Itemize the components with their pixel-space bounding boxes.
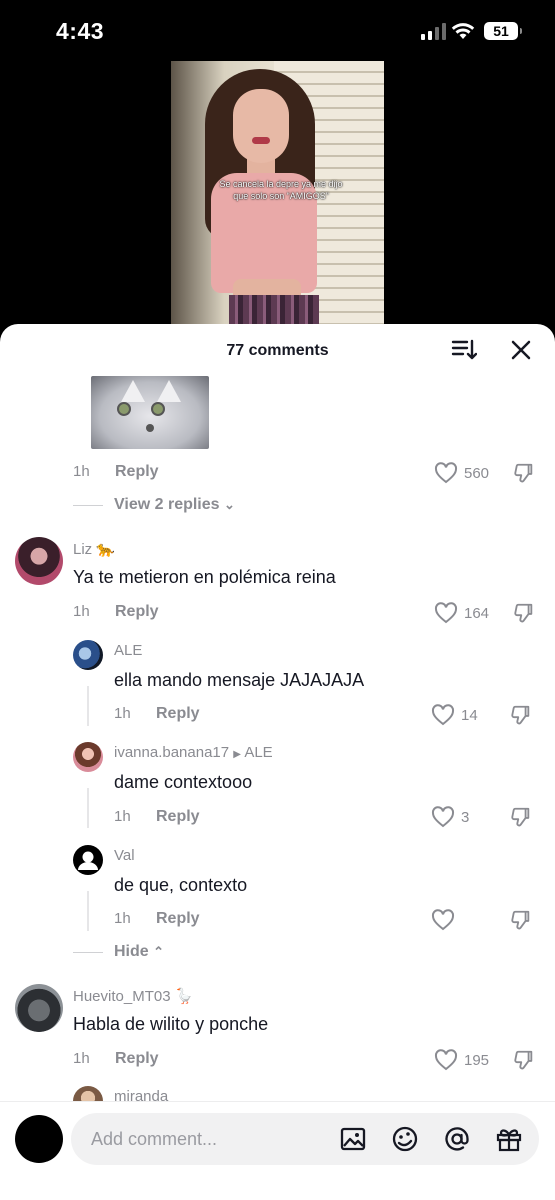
my-avatar[interactable]: [15, 1115, 63, 1163]
comment-meta: 1h Reply: [73, 1050, 213, 1070]
comment-input[interactable]: [91, 1113, 331, 1165]
like-button[interactable]: 164: [434, 602, 489, 624]
like-count: 560: [464, 464, 490, 482]
avatar[interactable]: [73, 845, 103, 875]
video-thumbnail[interactable]: Se cancela la depre ya me dijo que solo …: [171, 61, 384, 326]
sort-icon[interactable]: [451, 338, 477, 362]
view-replies-button[interactable]: View 2 replies ⌄: [114, 496, 235, 514]
heart-icon: [431, 909, 455, 931]
comment-text: Habla de wilito y ponche: [73, 1014, 269, 1034]
comments-sheet: 77 comments 1h Reply 560 View 2 replies …: [0, 324, 555, 1200]
reply-button[interactable]: Reply: [115, 463, 159, 481]
comment-text: Ya te metieron en polémica reina: [73, 567, 336, 587]
heart-icon: [434, 1049, 458, 1071]
like-button[interactable]: 3: [431, 806, 469, 828]
reply-button[interactable]: Reply: [115, 603, 159, 621]
reply-button[interactable]: Reply: [156, 808, 200, 826]
chevron-down-icon: ⌄: [224, 497, 235, 512]
status-time: 4:43: [56, 18, 105, 44]
battery-icon: 51: [484, 22, 522, 40]
comment-text: de que, contexto: [114, 875, 248, 895]
dislike-icon[interactable]: [513, 602, 535, 624]
video-caption: Se cancela la depre ya me dijo que solo …: [219, 179, 343, 201]
like-button[interactable]: 560: [434, 462, 489, 484]
image-icon[interactable]: [339, 1125, 367, 1153]
comment-username[interactable]: ivanna.banana17 ▶ ALE: [114, 744, 273, 761]
comment-time: 1h: [114, 910, 131, 927]
like-button[interactable]: 14: [431, 704, 478, 726]
comment-time: 1h: [73, 603, 90, 620]
comment-meta: 1h Reply: [114, 910, 254, 930]
dislike-icon[interactable]: [513, 462, 535, 484]
comment-input-box[interactable]: [71, 1113, 539, 1165]
heart-icon: [434, 462, 458, 484]
avatar[interactable]: [73, 640, 103, 670]
comment-meta: 1h Reply: [73, 603, 213, 623]
dislike-icon[interactable]: [510, 806, 532, 828]
wifi-icon: [451, 23, 475, 39]
comment-text: dame contextooo: [114, 772, 253, 792]
comment-time: 1h: [114, 705, 131, 722]
dislike-icon[interactable]: [513, 1049, 535, 1071]
default-avatar-icon: [78, 851, 98, 870]
comment-username[interactable]: Val: [114, 847, 135, 864]
heart-icon: [431, 704, 455, 726]
heart-icon: [431, 806, 455, 828]
avatar[interactable]: [15, 984, 63, 1032]
dislike-icon[interactable]: [510, 909, 532, 931]
comment-meta: 1h Reply: [114, 808, 254, 828]
comment-username[interactable]: Liz 🐆: [73, 540, 115, 558]
like-count: 14: [461, 706, 478, 724]
comment-time: 1h: [73, 1050, 90, 1067]
reply-button[interactable]: Reply: [115, 1050, 159, 1068]
like-button[interactable]: 195: [434, 1049, 489, 1071]
gift-icon[interactable]: [495, 1125, 523, 1153]
comment-time: 1h: [114, 808, 131, 825]
comment-time: 1h: [73, 463, 90, 480]
comment-composer: [0, 1101, 555, 1200]
comment-username[interactable]: ALE: [114, 642, 142, 659]
like-count: 164: [464, 604, 490, 622]
avatar[interactable]: [73, 742, 103, 772]
reply-button[interactable]: Reply: [156, 910, 200, 928]
like-button[interactable]: [431, 909, 461, 931]
comment-meta: 1h Reply: [114, 705, 254, 725]
like-count: 3: [461, 808, 470, 826]
avatar[interactable]: [15, 537, 63, 585]
comment-gif[interactable]: [91, 376, 209, 449]
comment-username[interactable]: Huevito_MT03 🪿: [73, 987, 193, 1005]
heart-icon: [434, 602, 458, 624]
emoji-icon[interactable]: [391, 1125, 419, 1153]
comment-text: ella mando mensaje JAJAJAJA: [114, 670, 365, 690]
reply-button[interactable]: Reply: [156, 705, 200, 723]
comment-meta: 1h Reply: [73, 463, 213, 483]
hide-replies-button[interactable]: Hide ⌃: [114, 943, 164, 961]
close-icon[interactable]: [509, 338, 533, 362]
signal-icon: [421, 23, 447, 40]
reply-arrow-icon: ▶: [233, 749, 241, 760]
status-bar: 4:43 51: [0, 0, 555, 60]
mention-icon[interactable]: [443, 1125, 471, 1153]
like-count: 195: [464, 1051, 490, 1069]
dislike-icon[interactable]: [510, 704, 532, 726]
chevron-up-icon: ⌃: [153, 944, 165, 959]
